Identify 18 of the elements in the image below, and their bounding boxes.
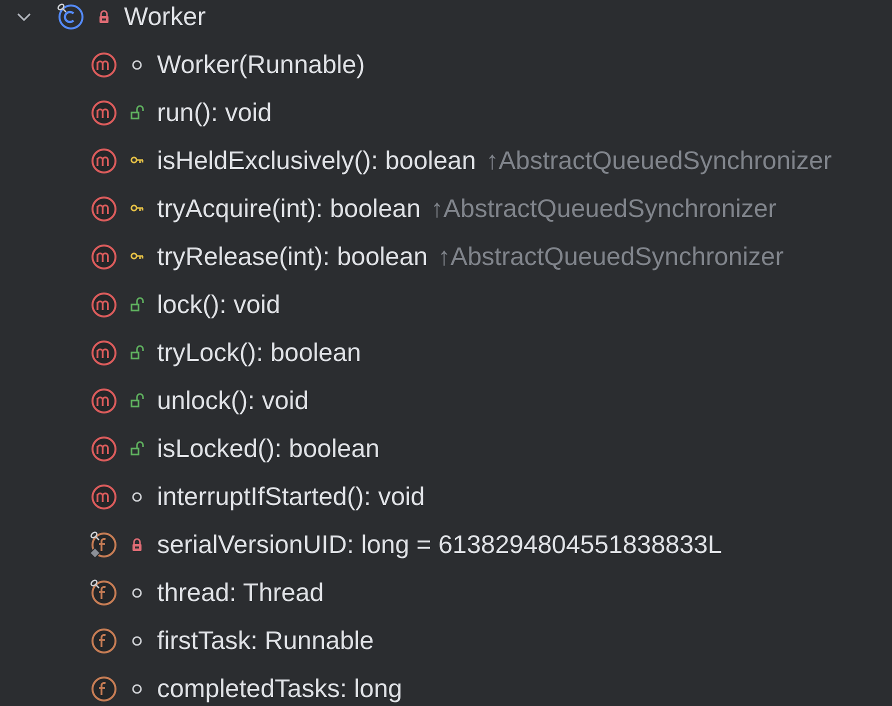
- inherited-from-label: ↑AbstractQueuedSynchronizer: [486, 146, 832, 176]
- tree-item-label[interactable]: run(): void: [157, 98, 272, 128]
- tree-item-label[interactable]: thread: Thread: [157, 578, 324, 608]
- tree-item-label[interactable]: Worker: [124, 2, 206, 32]
- tree-item-label[interactable]: tryRelease(int): boolean: [157, 242, 428, 272]
- tree-item-label[interactable]: isHeldExclusively(): boolean: [157, 146, 476, 176]
- inherited-from-label: ↑AbstractQueuedSynchronizer: [438, 242, 784, 272]
- tree-item-label[interactable]: tryAcquire(int): boolean: [157, 194, 421, 224]
- tree-item-label[interactable]: unlock(): void: [157, 386, 309, 416]
- tree-item-label[interactable]: completedTasks: long: [157, 674, 402, 704]
- tree-item-label[interactable]: firstTask: Runnable: [157, 626, 374, 656]
- inherited-from-label: ↑AbstractQueuedSynchronizer: [430, 194, 776, 224]
- tree-item-label[interactable]: isLocked(): boolean: [157, 434, 380, 464]
- tree-item-label[interactable]: lock(): void: [157, 290, 280, 320]
- tree-item-label[interactable]: tryLock(): boolean: [157, 338, 362, 368]
- tree-item-label[interactable]: interruptIfStarted(): void: [157, 482, 425, 512]
- tree-item-label[interactable]: Worker(Runnable): [157, 50, 365, 80]
- tree-item-label[interactable]: serialVersionUID: long = 6138294804551838833L: [157, 530, 722, 560]
